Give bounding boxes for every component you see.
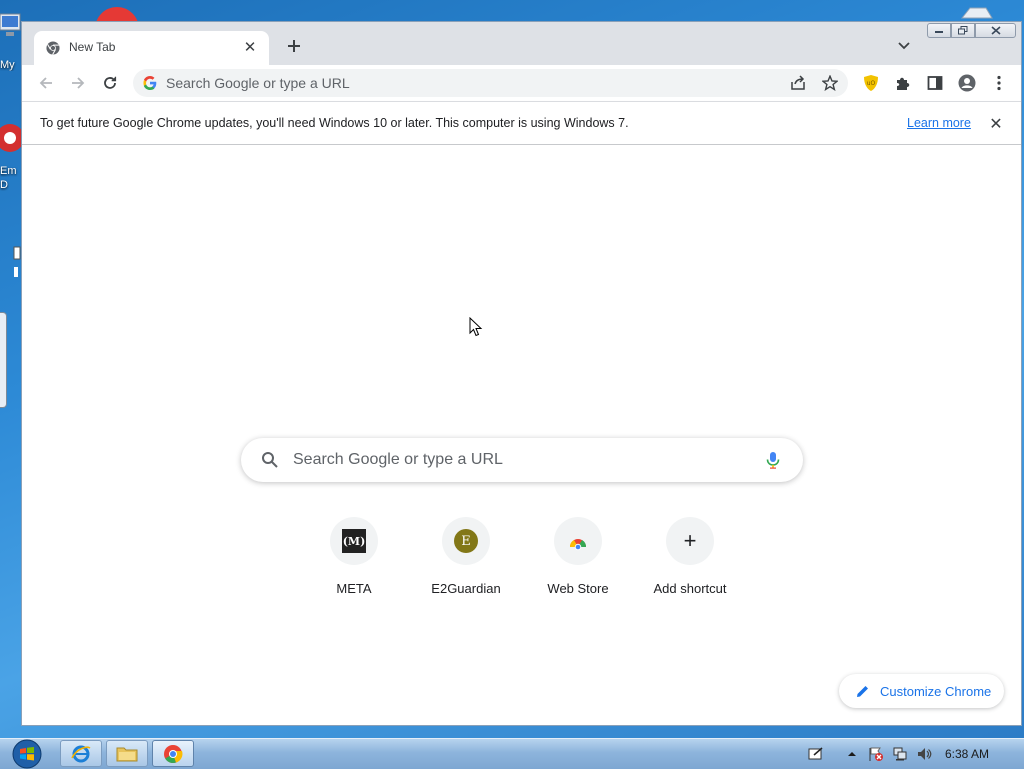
tab-strip: New Tab ✕ — [22, 22, 1021, 65]
customize-chrome-label: Customize Chrome — [880, 684, 992, 699]
chrome-icon — [46, 41, 60, 55]
chevron-down-icon — [898, 42, 910, 50]
reload-icon — [104, 76, 117, 89]
more-vert-icon — [997, 75, 1001, 91]
search-icon — [262, 452, 278, 468]
infobar-message: To get future Google Chrome updates, you… — [40, 116, 629, 130]
close-window-button[interactable] — [975, 23, 1016, 38]
taskbar: 6:38 AM — [0, 738, 1024, 769]
tab-title: New Tab — [69, 40, 116, 54]
show-hidden-icons-button[interactable] — [842, 744, 862, 764]
chrome-menu-button[interactable] — [987, 71, 1011, 95]
webstore-icon — [569, 539, 587, 551]
microphone-icon[interactable] — [763, 450, 783, 470]
arrow-right-icon — [72, 77, 85, 89]
ntp-search-input[interactable] — [293, 450, 733, 470]
chrome-icon — [164, 744, 183, 763]
restore-icon — [958, 26, 968, 35]
shortcut-icon-circle — [554, 517, 602, 565]
red-app-desktop-icon[interactable] — [95, 7, 139, 21]
plus-icon: + — [683, 528, 697, 553]
file-desktop-icon[interactable] — [0, 245, 22, 295]
close-infobar-icon[interactable]: ✕ — [987, 115, 1005, 133]
start-button[interactable] — [9, 739, 45, 769]
shortcut-tile-meta[interactable]: (M) META — [298, 517, 410, 607]
windows-logo-icon — [12, 739, 42, 769]
avatar-icon — [958, 74, 976, 92]
star-icon — [822, 75, 838, 91]
bookmark-button[interactable] — [820, 73, 840, 93]
shortcut-icon-circle: + — [666, 517, 714, 565]
share-button[interactable] — [788, 73, 808, 93]
forward-button[interactable] — [66, 71, 90, 95]
close-icon — [990, 26, 1001, 35]
arrow-left-icon — [39, 77, 52, 89]
chevron-up-icon — [848, 752, 856, 756]
ublock-icon: uO — [864, 75, 878, 91]
action-center-icon[interactable] — [806, 744, 826, 764]
add-shortcut-tile[interactable]: + Add shortcut — [634, 517, 746, 607]
new-tab-page: (M) META E E2Guardian Web Store — [22, 145, 1021, 725]
reload-button[interactable] — [98, 71, 122, 95]
minimize-button[interactable] — [927, 23, 951, 38]
shortcut-label: Web Store — [547, 581, 609, 596]
internet-explorer-icon — [71, 745, 91, 762]
close-tab-icon[interactable]: ✕ — [241, 38, 259, 56]
shortcut-tile-web-store[interactable]: Web Store — [522, 517, 634, 607]
sidebar-gadget[interactable] — [0, 312, 7, 408]
shortcut-label: Add shortcut — [653, 581, 727, 596]
google-g-icon — [143, 76, 157, 90]
minimize-icon — [935, 30, 943, 33]
folder-icon — [116, 747, 138, 761]
share-icon — [791, 75, 805, 90]
pencil-icon — [857, 686, 868, 697]
mouse-cursor-icon — [469, 317, 483, 337]
chrome-window: New Tab ✕ Search Google or type a URL uO… — [21, 21, 1022, 726]
profile-button[interactable] — [955, 71, 979, 95]
desktop-icon-label: D — [0, 179, 8, 191]
computer-desktop-icon[interactable] — [0, 10, 22, 50]
ntp-search-box[interactable] — [241, 438, 803, 482]
learn-more-link[interactable]: Learn more — [907, 116, 971, 130]
desktop-icon-label: Em — [0, 165, 17, 177]
flag-icon[interactable] — [866, 744, 886, 764]
volume-icon[interactable] — [914, 744, 934, 764]
new-tab-button[interactable] — [284, 36, 304, 56]
address-bar[interactable] — [133, 69, 848, 97]
network-icon[interactable] — [890, 744, 910, 764]
side-panel-icon — [927, 76, 943, 90]
email-desktop-icon[interactable] — [0, 118, 24, 158]
taskbar-clock[interactable]: 6:38 AM — [945, 747, 989, 761]
shortcut-tile-e2guardian[interactable]: E E2Guardian — [410, 517, 522, 607]
customize-chrome-button[interactable]: Customize Chrome — [839, 674, 1004, 708]
extensions-button[interactable] — [891, 71, 915, 95]
puzzle-icon — [897, 77, 910, 90]
tab-search-button[interactable] — [894, 36, 914, 56]
taskbar-internet-explorer[interactable] — [60, 740, 102, 767]
taskbar-file-explorer[interactable] — [106, 740, 148, 767]
taskbar-google-chrome[interactable] — [152, 740, 194, 767]
e2guardian-icon: E — [454, 529, 478, 553]
shortcut-icon-circle: (M) — [330, 517, 378, 565]
tab-new-tab[interactable]: New Tab ✕ — [34, 31, 269, 65]
toolbar: uO — [22, 65, 1021, 101]
svg-text:uO: uO — [867, 80, 876, 87]
side-panel-button[interactable] — [923, 71, 947, 95]
update-infobar: To get future Google Chrome updates, you… — [22, 101, 1021, 145]
system-tray — [806, 743, 938, 765]
omnibox-input[interactable] — [166, 73, 766, 93]
recycle-bin-desktop-icon[interactable] — [958, 6, 994, 22]
shortcut-label: E2Guardian — [431, 581, 501, 596]
desktop-icon-label: My — [0, 59, 15, 71]
plus-icon — [288, 40, 300, 52]
restore-button[interactable] — [951, 23, 975, 38]
shortcut-label: META — [336, 581, 372, 596]
meta-icon: (M) — [342, 529, 366, 553]
ublock-extension-button[interactable]: uO — [859, 71, 883, 95]
back-button[interactable] — [34, 71, 58, 95]
shortcut-icon-circle: E — [442, 517, 490, 565]
